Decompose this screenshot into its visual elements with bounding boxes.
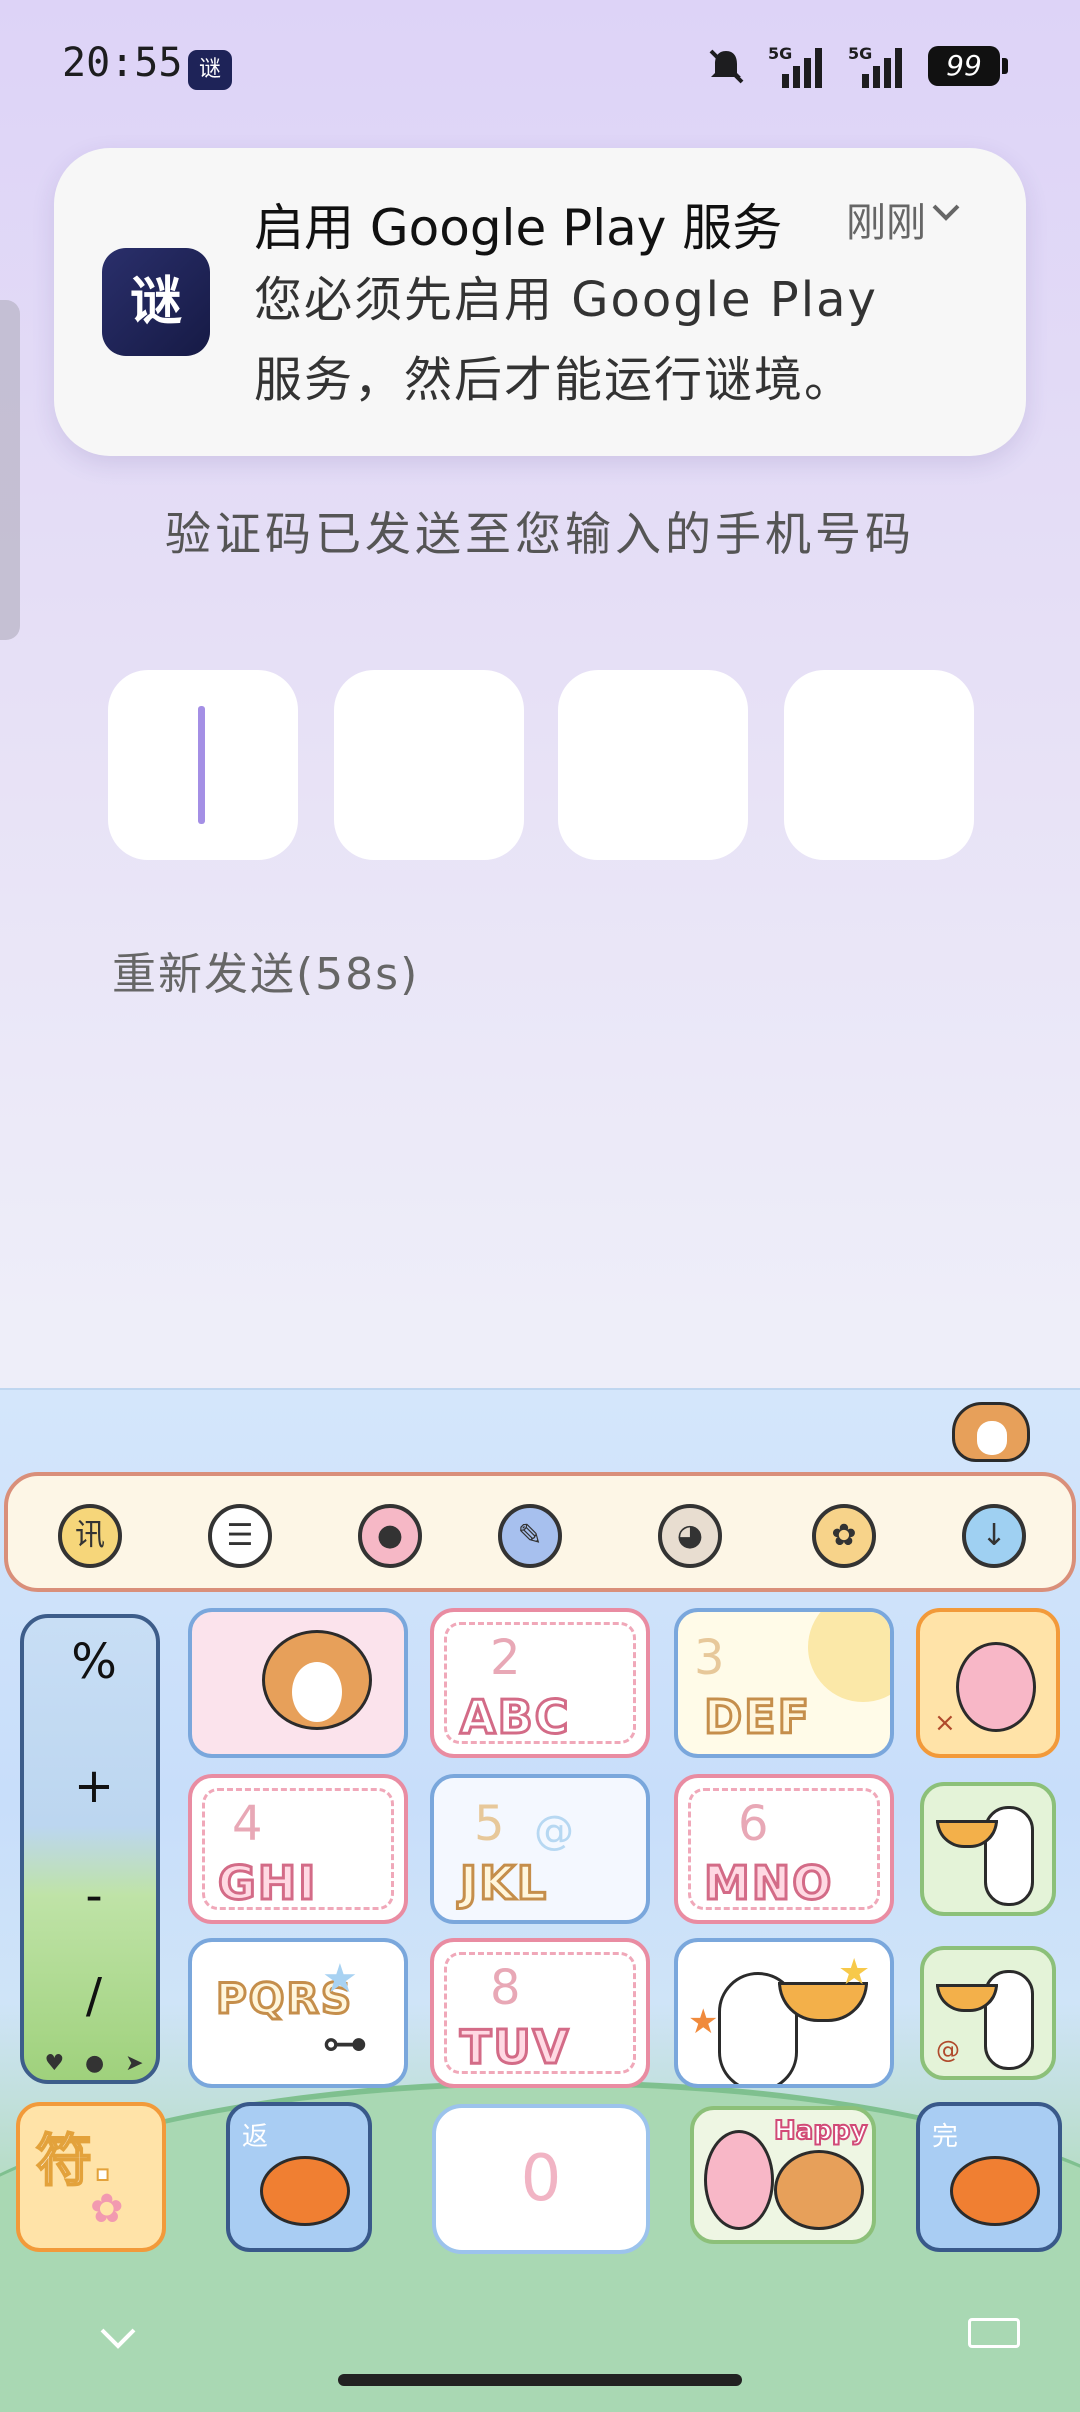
notification-time: 刚刚: [846, 200, 926, 246]
star-icon: ★: [688, 2002, 719, 2042]
pelican-punctuation-key[interactable]: [920, 1782, 1056, 1916]
key-0[interactable]: 0: [432, 2104, 650, 2254]
key-2-abc[interactable]: 2 ABC: [430, 1608, 650, 1758]
key-3-def[interactable]: 3 DEF: [674, 1608, 894, 1758]
key-7-pqrs[interactable]: PQRS ⊶ ★: [188, 1938, 408, 2088]
clipboard-icon[interactable]: ☰: [208, 1504, 272, 1568]
status-indicators: 5G 5G 99: [706, 44, 1008, 88]
heart-icon[interactable]: ♥: [44, 2051, 64, 2076]
notification-title: 启用 Google Play 服务: [254, 199, 783, 257]
star-icon: ★: [322, 1956, 358, 2002]
happy-sticker-key[interactable]: Happy: [690, 2106, 876, 2244]
percent-key[interactable]: %: [24, 1634, 156, 1690]
zero-label: 0: [520, 2142, 562, 2216]
key-number: 2: [490, 1630, 521, 1686]
code-digit-4[interactable]: [784, 670, 974, 860]
text-cursor: [198, 706, 205, 824]
voice-input-icon[interactable]: 讯: [58, 1504, 122, 1568]
keyboard-switch-icon[interactable]: [968, 2318, 1020, 2348]
sun-icon: [808, 1612, 890, 1702]
bunny-icon: [956, 1642, 1036, 1732]
code-digit-1[interactable]: [108, 670, 298, 860]
key-number: 4: [232, 1796, 263, 1852]
key-letters: TUV: [458, 2019, 571, 2076]
key-4-ghi[interactable]: 4 GHI: [188, 1774, 408, 1924]
back-key[interactable]: 返: [226, 2102, 372, 2252]
signal-icon: 5G: [848, 44, 906, 88]
key-1-sticker[interactable]: [188, 1608, 408, 1758]
dog-sticker-icon: [774, 2150, 864, 2230]
at-sign-icon: @: [936, 2036, 960, 2064]
status-bar: 20:55 谜 5G 5G 99: [0, 0, 1080, 140]
cloud-arrow-icon[interactable]: ↓: [962, 1504, 1026, 1568]
status-time: 20:55: [62, 40, 183, 86]
symbol-column-key[interactable]: % + - / ♥ ● ➤: [20, 1614, 160, 2084]
star-icon: ★: [838, 1952, 871, 1993]
carrot-icon: [950, 2156, 1040, 2226]
mirror-icon[interactable]: ●: [358, 1504, 422, 1568]
chat-icon[interactable]: ●: [85, 2051, 104, 2076]
send-icon[interactable]: ➤: [125, 2051, 143, 2076]
symbols-key[interactable]: 符. ✿: [16, 2102, 166, 2252]
key-letters: DEF: [702, 1689, 812, 1746]
bunny-sticker-icon[interactable]: ◕: [658, 1504, 722, 1568]
close-icon: ×: [934, 1708, 956, 1738]
key-letters: GHI: [216, 1855, 318, 1912]
bunny-icon: [704, 2130, 774, 2230]
side-panel-handle[interactable]: [0, 300, 20, 640]
done-key-label: 完: [932, 2122, 959, 2152]
key-number: 3: [694, 1630, 725, 1686]
notification-card[interactable]: 谜 启用 Google Play 服务 刚刚 您必须先启用 Google Pla…: [54, 148, 1026, 456]
key-number: 8: [490, 1960, 521, 2016]
key-letters: ABC: [458, 1689, 571, 1746]
minus-key[interactable]: -: [24, 1868, 156, 1924]
swirl-icon: @: [534, 1808, 574, 1854]
code-digit-2[interactable]: [334, 670, 524, 860]
skin-theme-icon[interactable]: ✿: [812, 1504, 876, 1568]
app-notification-icon: 谜: [188, 50, 232, 90]
happy-label: Happy: [773, 2115, 868, 2147]
key-letters: PQRS: [215, 1974, 354, 2023]
back-key-label: 返: [242, 2122, 269, 2152]
symbol-footer-icons: ♥ ● ➤: [34, 2051, 154, 2076]
resend-countdown[interactable]: 重新发送(58s): [112, 938, 419, 1002]
dog-mascot-icon[interactable]: [952, 1402, 1030, 1462]
pelican-at-key[interactable]: @: [920, 1946, 1056, 2080]
tulip-icon: ✿: [90, 2186, 124, 2232]
keyboard: 讯 ☰ ● ✎ ◕ ✿ ↓ % + - / ♥ ● ➤ 2 ABC 3 DEF …: [0, 1388, 1080, 2412]
key-5-jkl[interactable]: 5 JKL @: [430, 1774, 650, 1924]
carrot-icon: [260, 2156, 350, 2226]
slash-key[interactable]: /: [24, 1968, 156, 2024]
handwriting-pen-icon[interactable]: ✎: [498, 1504, 562, 1568]
app-icon: 谜: [102, 248, 210, 356]
key-8-tuv[interactable]: 8 TUV: [430, 1938, 650, 2088]
notification-body: 您必须先启用 Google Play 服务，然后才能运行谜境。: [254, 272, 878, 408]
key-number: 5: [474, 1796, 505, 1852]
home-indicator[interactable]: [338, 2374, 742, 2386]
plus-key[interactable]: +: [24, 1758, 156, 1814]
code-digit-3[interactable]: [558, 670, 748, 860]
keyboard-toolbar: 讯 ☰ ● ✎ ◕ ✿ ↓: [4, 1472, 1076, 1592]
verification-message: 验证码已发送至您输入的手机号码: [165, 507, 915, 561]
key-6-mno[interactable]: 6 MNO: [674, 1774, 894, 1924]
symbols-key-label: 符.: [35, 2128, 114, 2195]
dog-face-icon: [292, 1662, 342, 1722]
key-number: 6: [738, 1796, 769, 1852]
delete-key[interactable]: ×: [916, 1608, 1060, 1758]
signal-icon: 5G: [768, 44, 826, 88]
battery-indicator: 99: [928, 46, 1008, 86]
silent-bell-icon: [709, 49, 744, 84]
chevron-down-icon[interactable]: [98, 2324, 138, 2354]
key-9-pelican[interactable]: ★ ★: [674, 1938, 894, 2088]
done-key[interactable]: 完: [916, 2102, 1062, 2252]
key-letters: JKL: [458, 1855, 549, 1912]
chevron-down-icon[interactable]: [928, 194, 964, 230]
key-letters: MNO: [702, 1855, 834, 1912]
bone-icon: ⊶: [322, 2016, 368, 2070]
